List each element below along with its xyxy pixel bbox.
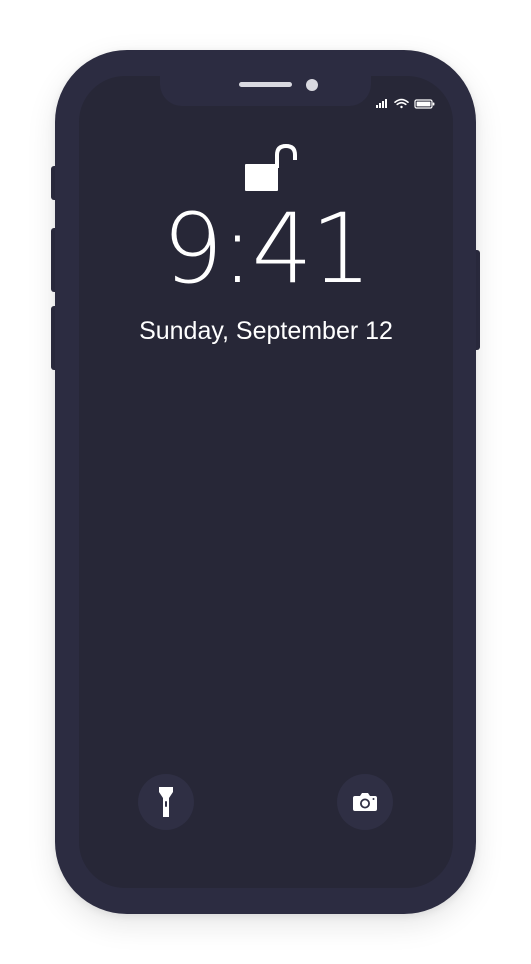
front-camera — [306, 79, 318, 91]
notch — [160, 76, 371, 106]
unlocked-padlock-icon — [244, 142, 298, 192]
battery-icon — [414, 99, 435, 109]
flashlight-button[interactable] — [138, 774, 194, 830]
lock-screen-time: 9:41 — [162, 193, 372, 305]
lock-screen-date: Sunday, September 12 — [139, 317, 393, 345]
cellular-signal-icon — [376, 99, 387, 108]
flashlight-icon — [159, 787, 173, 817]
camera-icon — [353, 793, 377, 811]
camera-button[interactable] — [337, 774, 393, 830]
wifi-icon — [394, 98, 409, 109]
earpiece-speaker — [239, 82, 292, 87]
status-bar — [374, 94, 438, 109]
